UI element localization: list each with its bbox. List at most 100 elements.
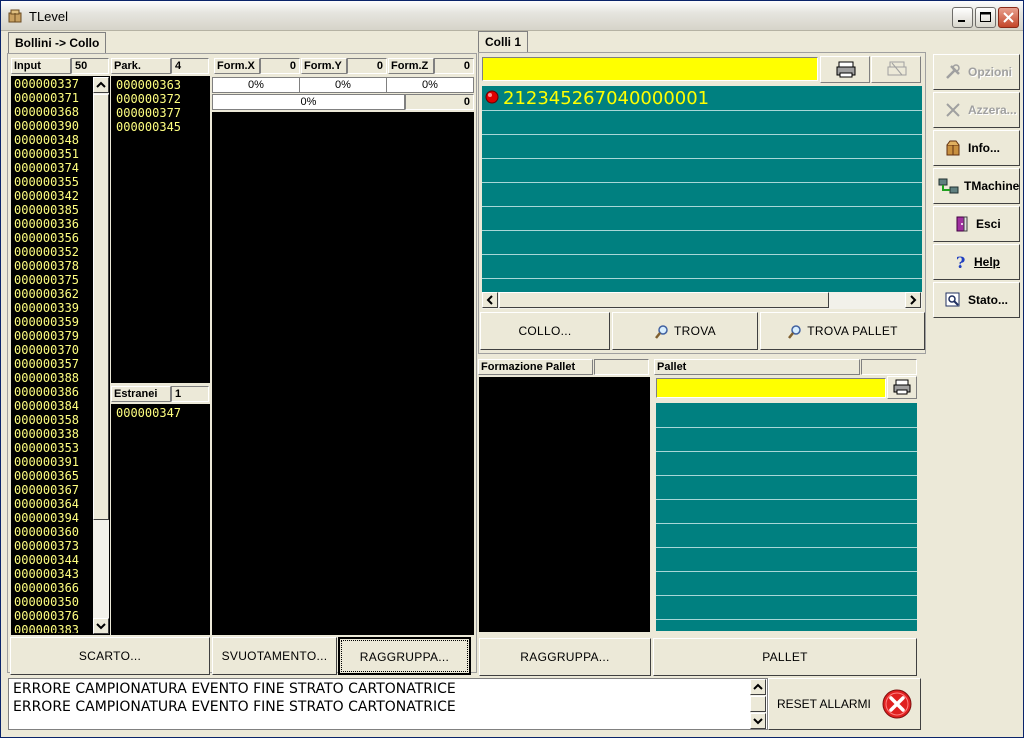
formazione-pallet-list[interactable] xyxy=(479,377,650,632)
esci-button[interactable]: Esci xyxy=(933,206,1020,242)
svuotamento-button[interactable]: SVUOTAMENTO... xyxy=(212,637,337,675)
reset-alarms-button[interactable]: RESET ALLARMI xyxy=(768,678,921,730)
list-item[interactable]: 000000374 xyxy=(14,161,92,175)
list-item[interactable]: 000000352 xyxy=(14,245,92,259)
list-item[interactable]: 000000338 xyxy=(14,427,92,441)
list-item[interactable]: 000000372 xyxy=(116,92,181,106)
stato-button[interactable]: Stato... xyxy=(933,282,1020,318)
input-scroll-thumb[interactable] xyxy=(93,94,109,520)
list-item[interactable]: 000000339 xyxy=(14,301,92,315)
list-item[interactable]: 000000370 xyxy=(14,343,92,357)
info-button[interactable]: Info... xyxy=(933,130,1020,166)
list-item[interactable]: 000000364 xyxy=(14,497,92,511)
input-scrollbar[interactable] xyxy=(93,77,109,634)
scroll-up-button[interactable] xyxy=(750,679,766,695)
form-y-progress: 0% xyxy=(299,77,387,93)
list-item[interactable]: 000000355 xyxy=(14,175,92,189)
scarto-button[interactable]: SCARTO... xyxy=(10,637,210,675)
azzera-button[interactable]: Azzera... xyxy=(933,92,1020,128)
pallet-list[interactable] xyxy=(656,403,917,631)
formation-area xyxy=(212,112,474,635)
list-item[interactable]: 000000375 xyxy=(14,273,92,287)
list-item[interactable]: 000000368 xyxy=(14,105,92,119)
list-item[interactable]: 000000390 xyxy=(14,119,92,133)
list-item[interactable]: 000000342 xyxy=(14,189,92,203)
colli-h-thumb[interactable] xyxy=(499,292,829,308)
list-item[interactable]: 000000385 xyxy=(14,203,92,217)
collo-button[interactable]: COLLO... xyxy=(480,312,610,350)
tmachine-button[interactable]: TMachine xyxy=(933,168,1020,204)
list-item[interactable]: 000000336 xyxy=(14,217,92,231)
list-item[interactable]: 000000388 xyxy=(14,371,92,385)
pallet-header: Pallet xyxy=(654,359,860,375)
scroll-down-button[interactable] xyxy=(750,713,766,729)
list-item[interactable]: 000000377 xyxy=(116,106,181,120)
minimize-button[interactable] xyxy=(952,7,973,28)
printer-icon xyxy=(893,379,911,395)
list-item[interactable]: 000000359 xyxy=(14,315,92,329)
input-list[interactable]: 000000337 000000371 000000368 000000390 0000… xyxy=(11,76,110,635)
trova-button[interactable]: TROVA xyxy=(612,312,758,350)
list-item[interactable]: 000000351 xyxy=(14,147,92,161)
list-item[interactable]: 000000348 xyxy=(14,133,92,147)
help-button[interactable]: ? Help xyxy=(933,244,1020,280)
list-item[interactable]: 000000358 xyxy=(14,413,92,427)
list-item[interactable]: 000000386 xyxy=(14,385,92,399)
raggruppa-pallet-button[interactable]: RAGGRUPPA... xyxy=(479,638,651,676)
messages-scrollbar[interactable] xyxy=(750,679,766,729)
list-item[interactable]: 000000379 xyxy=(14,329,92,343)
scroll-right-button[interactable] xyxy=(905,292,921,308)
maximize-button[interactable] xyxy=(975,7,996,28)
list-item[interactable]: 000000350 xyxy=(14,595,92,609)
colli-print-disabled-button[interactable] xyxy=(871,56,921,83)
list-item[interactable]: 000000366 xyxy=(14,581,92,595)
list-item[interactable]: 000000360 xyxy=(14,525,92,539)
list-item[interactable]: 000000394 xyxy=(14,511,92,525)
list-item[interactable]: 000000376 xyxy=(14,609,92,623)
raggruppa-left-button[interactable]: RAGGRUPPA... xyxy=(338,637,471,675)
trova-pallet-button[interactable]: TROVA PALLET xyxy=(760,312,925,350)
pallet-print-button[interactable] xyxy=(887,376,917,399)
tab-colli[interactable]: Colli 1 xyxy=(478,31,529,53)
list-item[interactable]: 000000391 xyxy=(14,455,92,469)
list-item[interactable]: 000000345 xyxy=(116,120,181,134)
list-item[interactable]: 000000343 xyxy=(14,567,92,581)
list-item[interactable]: 000000344 xyxy=(14,553,92,567)
azzera-label: Azzera... xyxy=(968,103,1017,117)
list-item[interactable]: 000000347 xyxy=(116,406,181,420)
pallet-button[interactable]: PALLET xyxy=(653,638,917,676)
list-item[interactable]: 000000383 xyxy=(14,623,92,633)
pallet-barcode-input[interactable] xyxy=(656,378,886,398)
colli-print-button[interactable] xyxy=(820,56,870,83)
list-item[interactable]: 000000373 xyxy=(14,539,92,553)
list-item[interactable]: 000000353 xyxy=(14,441,92,455)
estranei-list[interactable]: 000000347 xyxy=(111,404,210,635)
scroll-left-button[interactable] xyxy=(482,292,498,308)
park-list[interactable]: 000000363 000000372 000000377 000000345 xyxy=(111,76,210,383)
park-count: 4 xyxy=(171,58,209,74)
list-item[interactable]: 000000371 xyxy=(14,91,92,105)
list-item[interactable]: 000000356 xyxy=(14,231,92,245)
red-dot-icon xyxy=(485,90,499,104)
list-item[interactable]: 000000365 xyxy=(14,469,92,483)
close-window-button[interactable] xyxy=(998,7,1019,28)
scroll-up-button[interactable] xyxy=(93,77,109,93)
colli-list[interactable]: 212345267040000001 xyxy=(482,86,922,292)
list-item[interactable]: 000000367 xyxy=(14,483,92,497)
status-search-icon xyxy=(945,292,960,307)
list-item[interactable]: 000000337 xyxy=(14,77,92,91)
list-item[interactable]: 000000378 xyxy=(14,259,92,273)
colli-barcode-input[interactable] xyxy=(482,57,818,81)
opzioni-button[interactable]: Opzioni xyxy=(933,54,1020,90)
list-item[interactable]: 000000363 xyxy=(116,78,181,92)
list-item[interactable]: 000000362 xyxy=(14,287,92,301)
total-value: 0 xyxy=(405,94,474,110)
scroll-down-button[interactable] xyxy=(93,618,109,634)
colli-h-scrollbar[interactable] xyxy=(482,292,922,309)
title-bar[interactable]: TLevel xyxy=(1,1,1023,31)
pallet-header-value xyxy=(861,359,917,375)
list-item[interactable]: 000000357 xyxy=(14,357,92,371)
tab-bollini-collo[interactable]: Bollini -> Collo xyxy=(8,32,107,54)
list-item[interactable]: 000000384 xyxy=(14,399,92,413)
messages-scroll-thumb[interactable] xyxy=(750,696,766,712)
